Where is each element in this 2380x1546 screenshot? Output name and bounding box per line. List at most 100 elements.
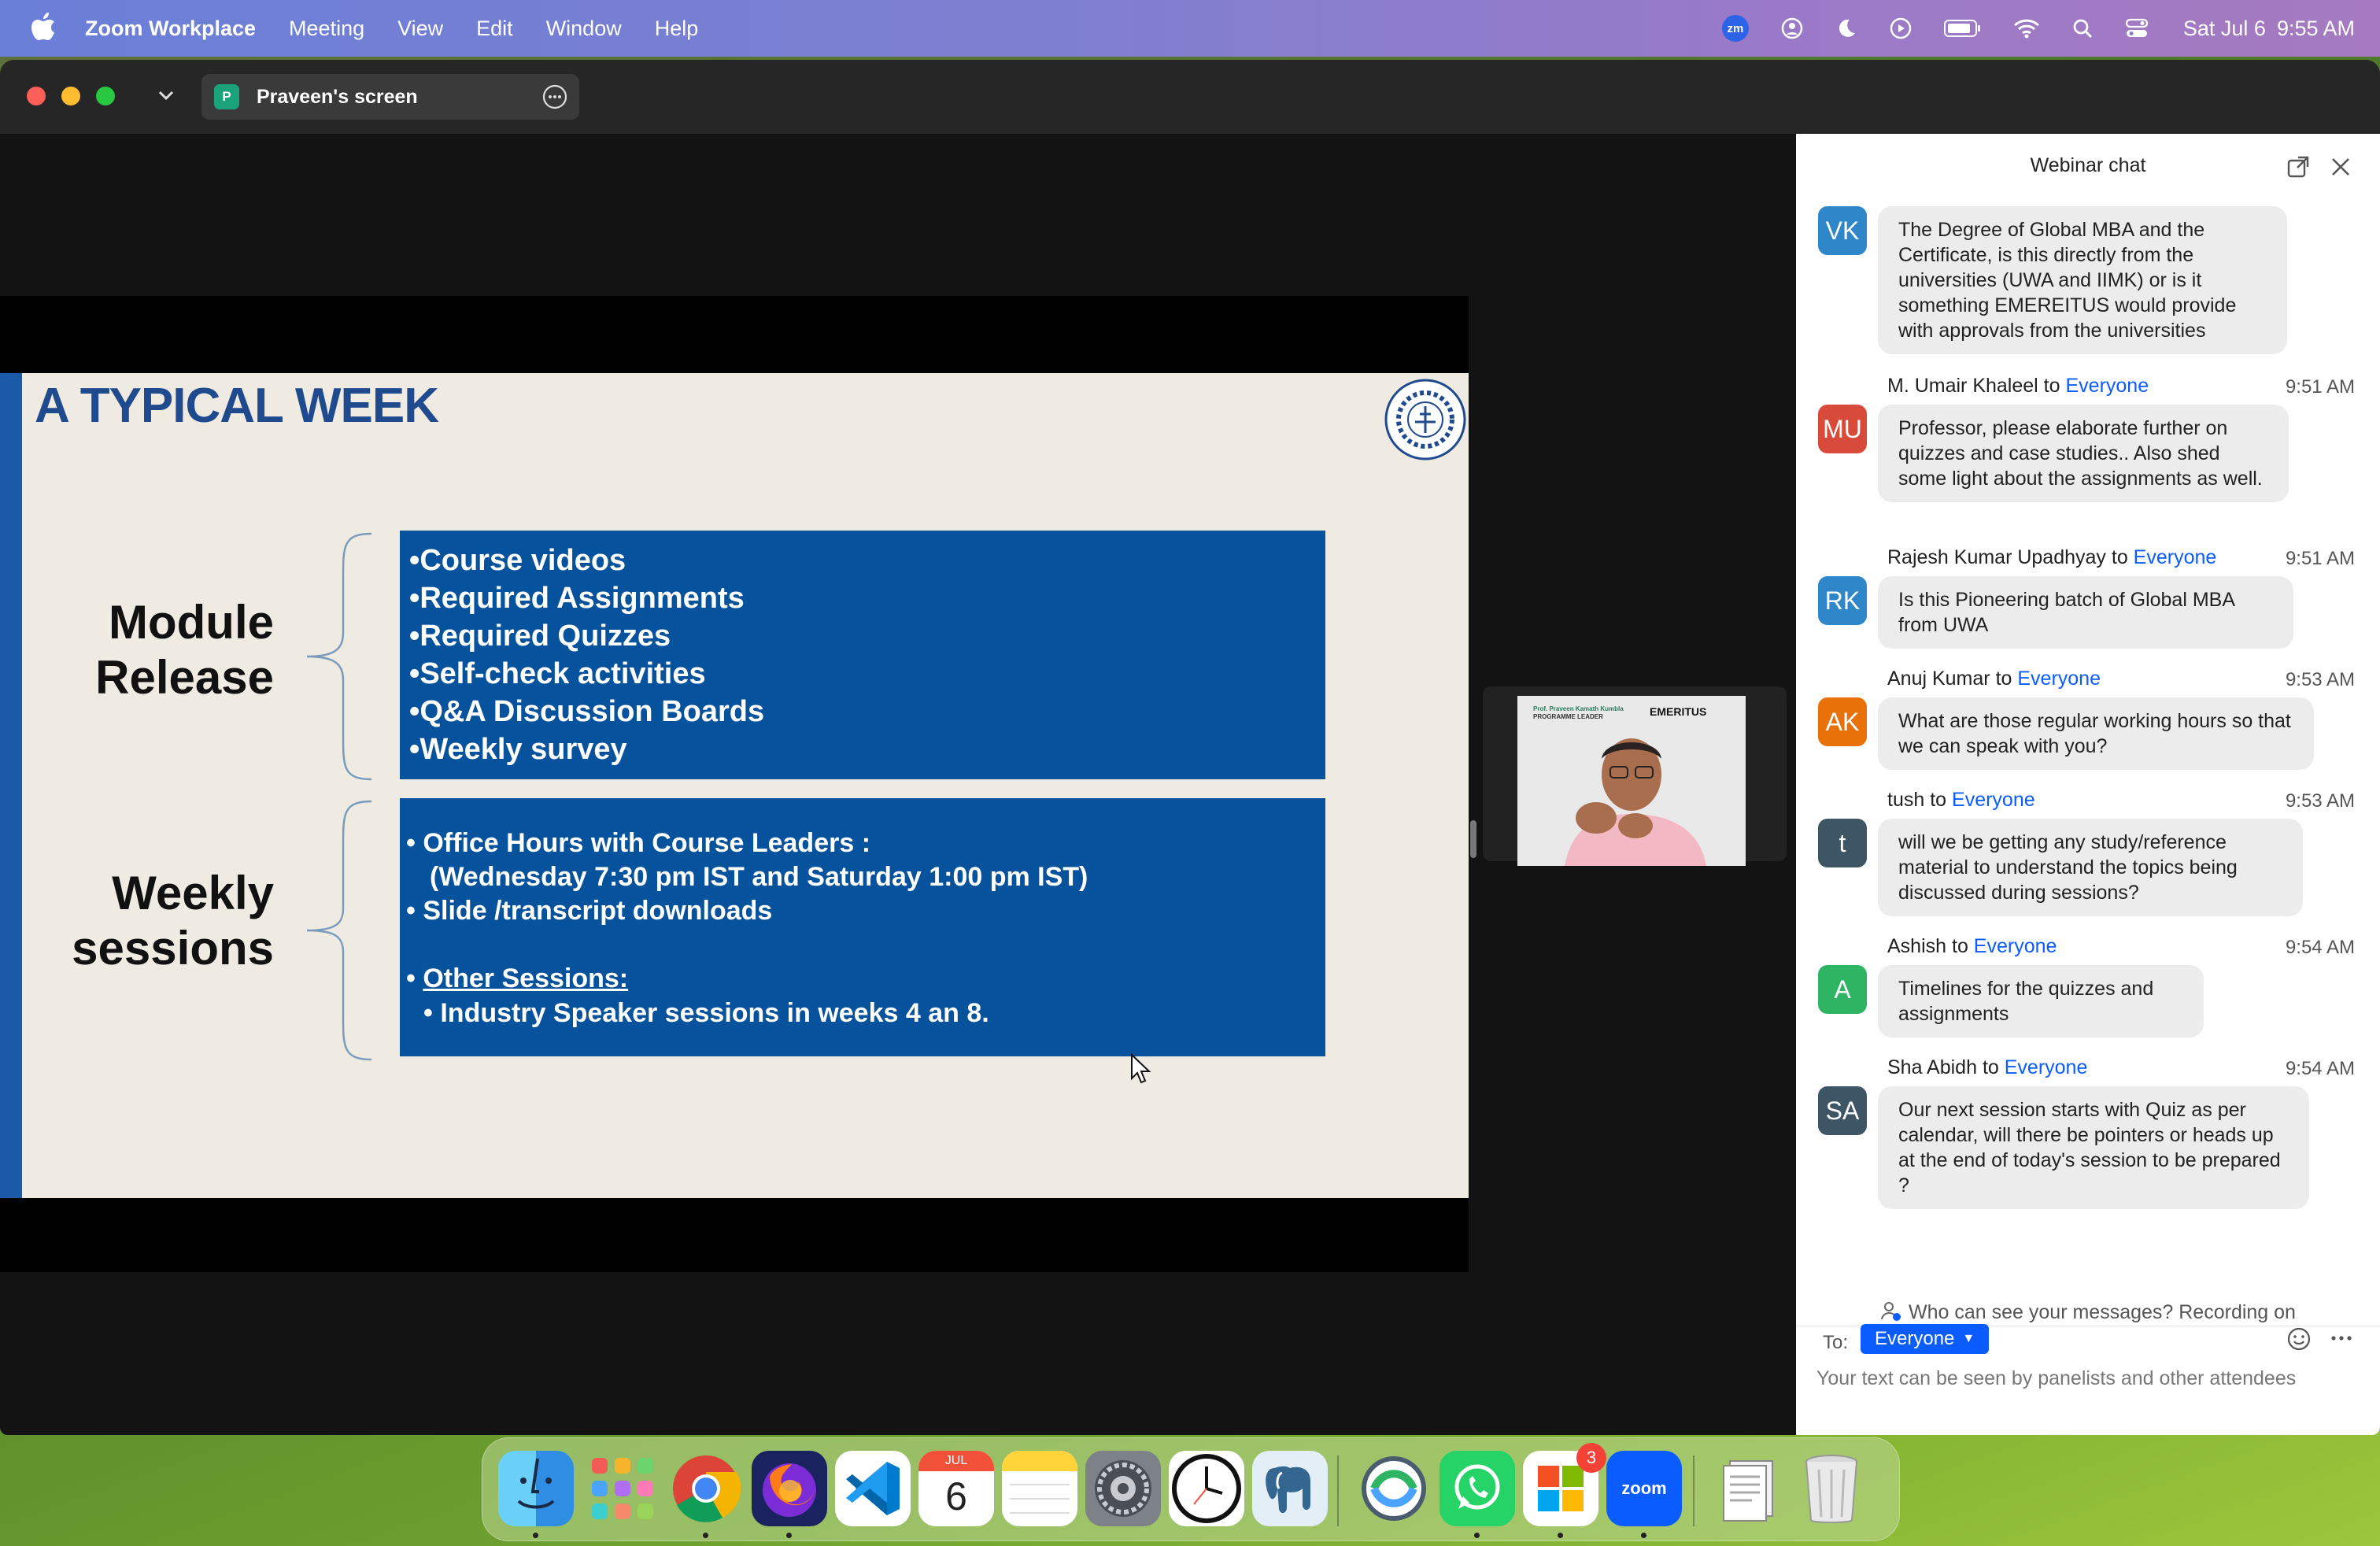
chrome-icon[interactable] [668, 1451, 744, 1526]
sender-recipient[interactable]: Everyone [1952, 789, 2035, 811]
sender-name: Sha Abidh [1887, 1056, 1977, 1078]
sender-recipient[interactable]: Everyone [2017, 668, 2101, 690]
firefox-icon[interactable] [752, 1451, 827, 1526]
webinar-chat-panel: Webinar chat VK The Degree of Global MBA… [1796, 134, 2380, 1435]
screen-share-stage: A TYPICAL WEEK Module Release Weekly ses… [0, 134, 1796, 1435]
message-bubble[interactable]: Our next session starts with Quiz as per… [1878, 1086, 2309, 1209]
battery-icon[interactable] [1943, 19, 1982, 38]
module-item: Q&A Discussion Boards [409, 693, 1325, 730]
calendar-day: 6 [945, 1474, 967, 1518]
notes-icon[interactable] [1002, 1451, 1077, 1526]
speaker-video[interactable]: Prof. Praveen Kamath Kumbla PROGRAMME LE… [1517, 696, 1746, 866]
module-label-line1: Module [109, 596, 274, 649]
apple-icon[interactable] [30, 11, 57, 43]
system-settings-icon[interactable] [1085, 1451, 1161, 1526]
message-bubble[interactable]: Professor, please elaborate further on q… [1878, 405, 2289, 502]
vscode-icon[interactable] [835, 1451, 911, 1526]
menu-help[interactable]: Help [655, 17, 699, 41]
close-window-button[interactable] [27, 87, 46, 105]
clock-icon[interactable] [1169, 1451, 1244, 1526]
calendar-month: JUL [918, 1451, 994, 1471]
sender-to-word: to [1977, 1056, 2005, 1078]
module-item: Self-check activities [409, 655, 1325, 693]
calendar-icon[interactable]: JUL 6 [918, 1451, 994, 1526]
message-bubble[interactable]: The Degree of Global MBA and the Certifi… [1878, 206, 2287, 354]
message-bubble[interactable]: What are those regular working hours so … [1878, 697, 2314, 770]
sender-recipient[interactable]: Everyone [2134, 546, 2217, 568]
message-time: 9:53 AM [2285, 790, 2355, 812]
postgres-elephant-icon[interactable] [1252, 1451, 1328, 1526]
shared-screen-pill[interactable]: P Praveen's screen [201, 74, 579, 120]
avatar: t [1818, 819, 1867, 867]
session-industry-speaker: • Industry Speaker sessions in weeks 4 a… [423, 998, 989, 1028]
avatar-initials: RK [1824, 586, 1861, 615]
whatsapp-icon[interactable] [1439, 1451, 1515, 1526]
menu-date[interactable]: Sat Jul 6 [2183, 17, 2266, 41]
zoom-status-icon[interactable]: zm [1721, 15, 1749, 42]
avatar-initials: SA [1825, 1096, 1860, 1125]
menu-window[interactable]: Window [546, 17, 622, 41]
chevron-down-icon[interactable] [154, 83, 178, 107]
control-center-icon[interactable] [2125, 17, 2149, 39]
message-time: 9:51 AM [2285, 376, 2355, 398]
more-horizontal-icon[interactable] [2328, 1329, 2355, 1348]
zoom-window-button[interactable] [96, 87, 115, 105]
message-time: 9:54 AM [2285, 937, 2355, 958]
sender-recipient[interactable]: Everyone [2065, 375, 2149, 397]
message-sender: M. Umair Khaleel to Everyone [1887, 375, 2149, 398]
privacy-notice[interactable]: Who can see your messages? Recording on [1796, 1300, 2380, 1324]
wifi-icon[interactable] [2013, 18, 2040, 39]
message-sender: Anuj Kumar to Everyone [1887, 668, 2101, 690]
close-icon[interactable] [2328, 154, 2353, 179]
zoom-status-label: zm [1721, 15, 1749, 42]
notification-badge: 3 [1576, 1443, 1606, 1473]
to-label: To: [1823, 1332, 1849, 1353]
menu-time[interactable]: 9:55 AM [2277, 17, 2355, 41]
message-bubble[interactable]: Timelines for the quizzes and assignment… [1878, 965, 2204, 1037]
presentation-slide: A TYPICAL WEEK Module Release Weekly ses… [0, 373, 1469, 1198]
message-time: 9:54 AM [2285, 1058, 2355, 1079]
emoji-icon[interactable] [2286, 1326, 2312, 1352]
avatar-initials: VK [1825, 216, 1860, 245]
finder-icon[interactable] [498, 1451, 574, 1526]
shared-screen-title: Praveen's screen [257, 85, 418, 108]
message-time: 9:53 AM [2285, 669, 2355, 690]
weekly-sessions-box: • Office Hours with Course Leaders : (We… [400, 798, 1325, 1056]
minimize-window-button[interactable] [61, 87, 80, 105]
sender-name: M. Umair Khaleel [1887, 375, 2038, 397]
sender-recipient[interactable]: Everyone [1974, 935, 2057, 957]
module-release-box: Course videos Required Assignments Requi… [400, 531, 1325, 779]
menu-meeting[interactable]: Meeting [289, 17, 364, 41]
focus-moon-icon[interactable] [1835, 17, 1857, 39]
menu-edit[interactable]: Edit [476, 17, 513, 41]
sender-to-word: to [1990, 668, 2018, 690]
speaker-figure [1565, 738, 1706, 866]
message-bubble[interactable]: Is this Pioneering batch of Global MBA f… [1878, 576, 2293, 649]
search-icon[interactable] [2071, 17, 2094, 39]
sender-name: tush [1887, 789, 1925, 811]
zoom-app-icon[interactable]: zoom [1606, 1451, 1682, 1526]
message-bubble[interactable]: will we be getting any study/reference m… [1878, 819, 2303, 916]
sender-recipient[interactable]: Everyone [2005, 1056, 2088, 1078]
avatar-initials: MU [1823, 414, 1862, 443]
more-options-icon[interactable] [541, 83, 568, 110]
network-globe-icon[interactable] [1356, 1451, 1432, 1526]
popout-icon[interactable] [2286, 154, 2311, 179]
play-circle-icon[interactable] [1889, 17, 1913, 40]
split-resize-handle[interactable] [1470, 820, 1476, 858]
running-indicator [786, 1533, 792, 1538]
menu-view[interactable]: View [397, 17, 443, 41]
trash-icon[interactable] [1794, 1451, 1869, 1526]
recipient-select[interactable]: Everyone ▼ [1861, 1324, 1990, 1354]
user-account-icon[interactable] [1780, 17, 1804, 40]
mouse-cursor-icon [1131, 1053, 1151, 1084]
slide-accent-bar [0, 373, 22, 1198]
launchpad-icon[interactable] [585, 1451, 660, 1526]
weekly-sessions-label: Weekly sessions [72, 866, 274, 976]
module-brace [306, 532, 372, 781]
session-office-times: (Wednesday 7:30 pm IST and Saturday 1:00… [430, 862, 1088, 892]
chat-message-input[interactable]: Your text can be seen by panelists and o… [1816, 1365, 2352, 1392]
documents-stack-icon[interactable] [1710, 1451, 1786, 1526]
menu-app-name[interactable]: Zoom Workplace [85, 17, 256, 41]
session-other-bullet: • [406, 963, 423, 993]
